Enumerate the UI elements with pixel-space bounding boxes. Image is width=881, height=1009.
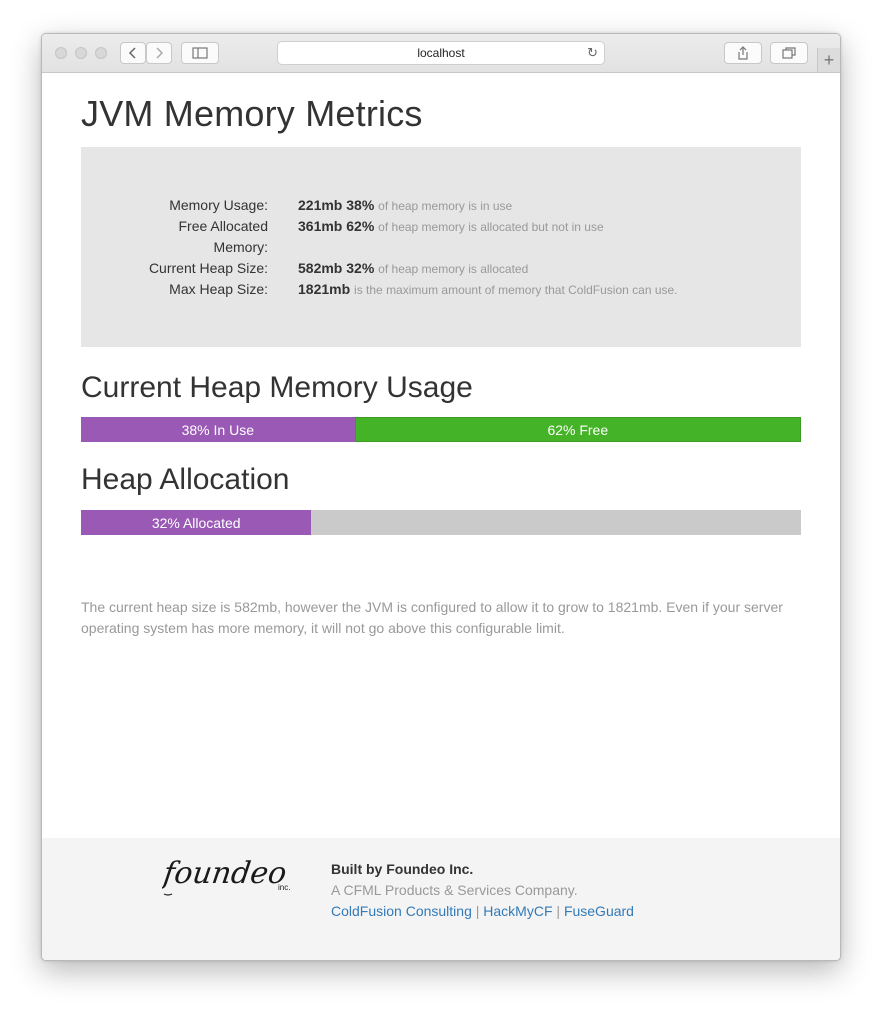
- sidebar-toggle-button[interactable]: [181, 42, 219, 64]
- browser-window: localhost ↻ + JVM Memory Metrics Memory …: [41, 33, 841, 961]
- share-button[interactable]: [724, 42, 762, 64]
- foundeo-logo: foundeo inc.: [162, 856, 290, 896]
- logo-wordmark: foundeo: [162, 856, 289, 891]
- heap-usage-bar: 38% In Use 62% Free: [81, 417, 801, 442]
- metric-value: 1821mb is the maximum amount of memory t…: [298, 279, 678, 301]
- url-text: localhost: [417, 46, 465, 60]
- metric-description: of heap memory is allocated but not in u…: [378, 220, 604, 234]
- heap-usage-heading: Current Heap Memory Usage: [81, 371, 473, 404]
- page-title: JVM Memory Metrics: [81, 93, 423, 134]
- metric-label: Memory Usage:: [169, 197, 268, 213]
- tagline-text: A CFML Products & Services Company.: [331, 882, 578, 898]
- metric-label: Free Allocated Memory:: [178, 218, 269, 255]
- metric-percent: 38%: [346, 197, 375, 213]
- metric-description: of heap memory is allocated: [378, 262, 529, 276]
- link-separator: |: [475, 903, 480, 919]
- heap-used-segment: 38% In Use: [81, 417, 355, 442]
- metric-amount: 582mb: [298, 260, 343, 276]
- metric-amount: 1821mb: [298, 281, 351, 297]
- footer-links: ColdFusion Consulting | HackMyCF | FuseG…: [331, 901, 634, 922]
- heap-allocated-segment: 32% Allocated: [81, 510, 312, 535]
- forward-button[interactable]: [146, 42, 172, 64]
- sidebar-icon: [192, 47, 208, 59]
- metric-value: 221mb 38% of heap memory is in use: [298, 195, 512, 217]
- link-hackmycf[interactable]: HackMyCF: [483, 903, 552, 919]
- footer-info: Built by Foundeo Inc. A CFML Products & …: [331, 859, 634, 922]
- new-tab-button[interactable]: +: [817, 48, 840, 72]
- chevron-left-icon: [128, 47, 136, 59]
- tabs-overview-button[interactable]: [770, 42, 808, 64]
- back-button[interactable]: [120, 42, 146, 64]
- metric-label: Current Heap Size:: [148, 260, 268, 276]
- link-coldfusion-consulting[interactable]: ColdFusion Consulting: [331, 903, 472, 919]
- heap-unallocated-segment: [311, 510, 801, 535]
- link-fuseguard[interactable]: FuseGuard: [564, 903, 634, 919]
- address-bar[interactable]: localhost ↻: [277, 41, 605, 65]
- footer: foundeo inc. Built by Foundeo Inc. A CFM…: [42, 838, 840, 960]
- reload-icon[interactable]: ↻: [587, 45, 598, 61]
- share-icon: [738, 46, 748, 60]
- metrics-panel: Memory Usage: 221mb 38% of heap memory i…: [81, 147, 801, 347]
- metric-value: 582mb 32% of heap memory is allocated: [298, 258, 528, 280]
- metric-value: 361mb 62% of heap memory is allocated bu…: [298, 216, 604, 238]
- plus-icon: +: [823, 50, 835, 70]
- browser-titlebar: localhost ↻ +: [42, 34, 840, 73]
- tabs-icon: [782, 47, 796, 59]
- chevron-right-icon: [156, 47, 164, 59]
- metric-percent: 32%: [346, 260, 375, 276]
- minimize-window-icon[interactable]: [75, 47, 87, 59]
- metric-description: of heap memory is in use: [378, 199, 513, 213]
- heap-note: The current heap size is 582mb, however …: [81, 599, 783, 636]
- built-by-text: Built by Foundeo Inc.: [331, 861, 474, 877]
- close-window-icon[interactable]: [55, 47, 67, 59]
- zoom-window-icon[interactable]: [95, 47, 107, 59]
- metric-amount: 221mb: [298, 197, 343, 213]
- metric-label: Max Heap Size:: [169, 281, 268, 297]
- heap-free-segment: 62% Free: [354, 417, 801, 442]
- heap-allocation-heading: Heap Allocation: [81, 463, 290, 496]
- heap-allocation-bar: 32% Allocated: [81, 510, 801, 535]
- logo-subtext: inc.: [278, 883, 290, 892]
- metric-description: is the maximum amount of memory that Col…: [354, 283, 678, 297]
- metric-amount: 361mb: [298, 218, 343, 234]
- link-separator: |: [556, 903, 561, 919]
- metric-percent: 62%: [346, 218, 375, 234]
